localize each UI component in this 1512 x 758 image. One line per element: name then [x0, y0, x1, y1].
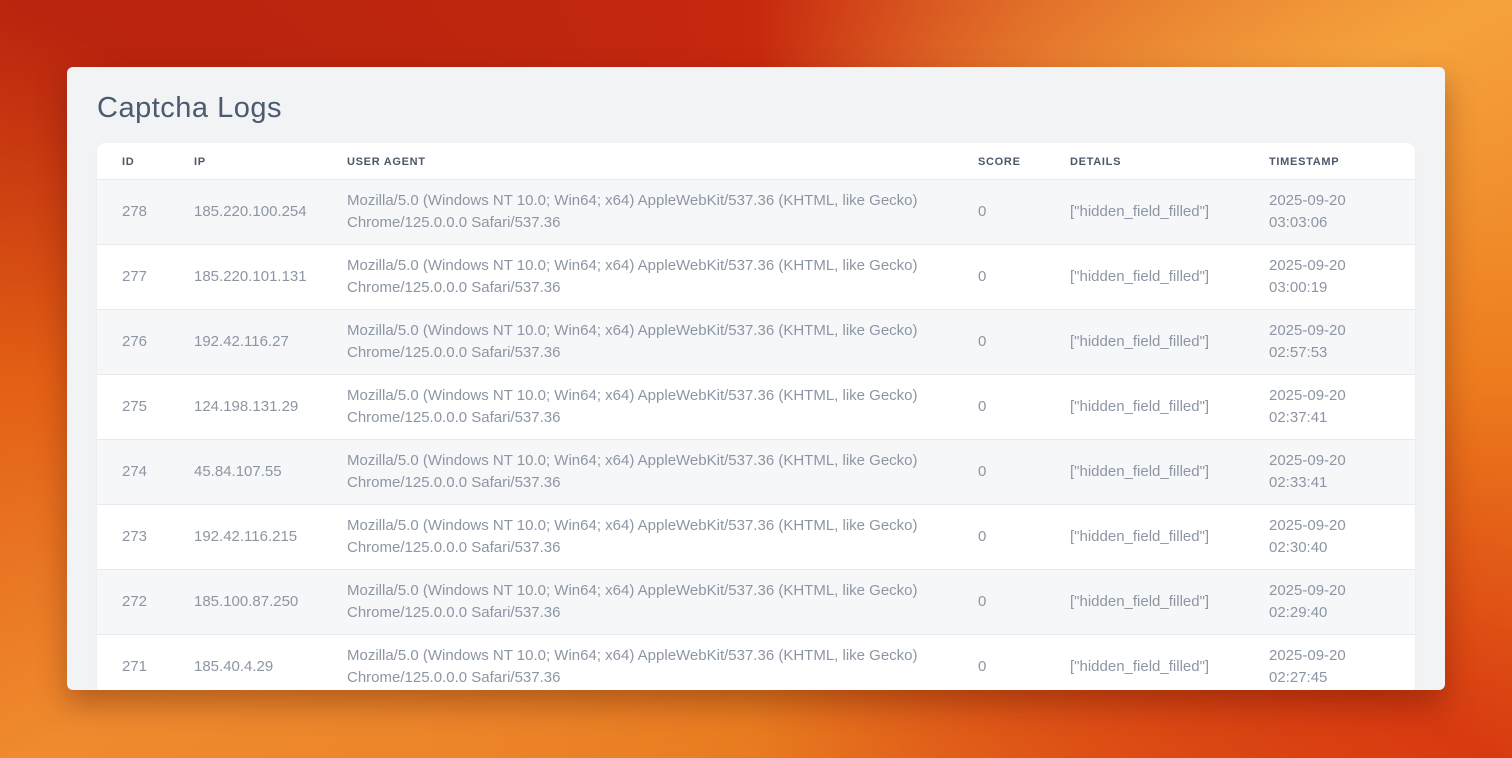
logs-table-body: 278 185.220.100.254 Mozilla/5.0 (Windows…: [97, 180, 1415, 691]
cell-id: 271: [97, 635, 182, 691]
cell-timestamp: 2025-09-20 02:30:40: [1257, 505, 1415, 570]
cell-id: 275: [97, 375, 182, 440]
cell-id: 278: [97, 180, 182, 245]
cell-id: 277: [97, 245, 182, 310]
cell-ip: 185.220.100.254: [182, 180, 335, 245]
table-row: 276 192.42.116.27 Mozilla/5.0 (Windows N…: [97, 310, 1415, 375]
cell-ip: 192.42.116.27: [182, 310, 335, 375]
cell-score: 0: [966, 570, 1058, 635]
cell-id: 276: [97, 310, 182, 375]
page-title: Captcha Logs: [97, 92, 1415, 125]
cell-details: ["hidden_field_filled"]: [1058, 505, 1257, 570]
cell-timestamp: 2025-09-20 03:00:19: [1257, 245, 1415, 310]
column-header-details: DETAILS: [1058, 143, 1257, 180]
cell-ip: 185.220.101.131: [182, 245, 335, 310]
column-header-timestamp: TIMESTAMP: [1257, 143, 1415, 180]
cell-user-agent: Mozilla/5.0 (Windows NT 10.0; Win64; x64…: [335, 570, 966, 635]
cell-id: 274: [97, 440, 182, 505]
cell-score: 0: [966, 635, 1058, 691]
cell-ip: 124.198.131.29: [182, 375, 335, 440]
cell-details: ["hidden_field_filled"]: [1058, 635, 1257, 691]
cell-ip: 192.42.116.215: [182, 505, 335, 570]
cell-timestamp: 2025-09-20 03:03:06: [1257, 180, 1415, 245]
captcha-logs-card: Captcha Logs ID IP USER AGENT SCORE DETA…: [67, 67, 1445, 690]
table-row: 273 192.42.116.215 Mozilla/5.0 (Windows …: [97, 505, 1415, 570]
cell-score: 0: [966, 245, 1058, 310]
cell-ip: 185.100.87.250: [182, 570, 335, 635]
cell-ip: 185.40.4.29: [182, 635, 335, 691]
cell-details: ["hidden_field_filled"]: [1058, 570, 1257, 635]
cell-user-agent: Mozilla/5.0 (Windows NT 10.0; Win64; x64…: [335, 180, 966, 245]
cell-id: 272: [97, 570, 182, 635]
cell-timestamp: 2025-09-20 02:33:41: [1257, 440, 1415, 505]
table-row: 274 45.84.107.55 Mozilla/5.0 (Windows NT…: [97, 440, 1415, 505]
cell-user-agent: Mozilla/5.0 (Windows NT 10.0; Win64; x64…: [335, 505, 966, 570]
column-header-ip: IP: [182, 143, 335, 180]
cell-timestamp: 2025-09-20 02:27:45: [1257, 635, 1415, 691]
cell-user-agent: Mozilla/5.0 (Windows NT 10.0; Win64; x64…: [335, 635, 966, 691]
cell-score: 0: [966, 375, 1058, 440]
desktop-background: { "page": { "title": "Captcha Logs" }, "…: [0, 0, 1512, 758]
cell-score: 0: [966, 505, 1058, 570]
header-row: ID IP USER AGENT SCORE DETAILS TIMESTAMP: [97, 143, 1415, 180]
cell-score: 0: [966, 180, 1058, 245]
cell-timestamp: 2025-09-20 02:29:40: [1257, 570, 1415, 635]
table-row: 272 185.100.87.250 Mozilla/5.0 (Windows …: [97, 570, 1415, 635]
column-header-id: ID: [97, 143, 182, 180]
table-row: 275 124.198.131.29 Mozilla/5.0 (Windows …: [97, 375, 1415, 440]
cell-score: 0: [966, 440, 1058, 505]
logs-table: ID IP USER AGENT SCORE DETAILS TIMESTAMP…: [97, 143, 1415, 690]
table-row: 271 185.40.4.29 Mozilla/5.0 (Windows NT …: [97, 635, 1415, 691]
logs-table-container: ID IP USER AGENT SCORE DETAILS TIMESTAMP…: [97, 143, 1415, 690]
table-row: 277 185.220.101.131 Mozilla/5.0 (Windows…: [97, 245, 1415, 310]
cell-timestamp: 2025-09-20 02:37:41: [1257, 375, 1415, 440]
cell-user-agent: Mozilla/5.0 (Windows NT 10.0; Win64; x64…: [335, 310, 966, 375]
cell-id: 273: [97, 505, 182, 570]
cell-user-agent: Mozilla/5.0 (Windows NT 10.0; Win64; x64…: [335, 245, 966, 310]
column-header-user-agent: USER AGENT: [335, 143, 966, 180]
cell-details: ["hidden_field_filled"]: [1058, 180, 1257, 245]
cell-details: ["hidden_field_filled"]: [1058, 440, 1257, 505]
cell-details: ["hidden_field_filled"]: [1058, 310, 1257, 375]
cell-score: 0: [966, 310, 1058, 375]
cell-user-agent: Mozilla/5.0 (Windows NT 10.0; Win64; x64…: [335, 375, 966, 440]
cell-timestamp: 2025-09-20 02:57:53: [1257, 310, 1415, 375]
cell-ip: 45.84.107.55: [182, 440, 335, 505]
cell-user-agent: Mozilla/5.0 (Windows NT 10.0; Win64; x64…: [335, 440, 966, 505]
column-header-score: SCORE: [966, 143, 1058, 180]
cell-details: ["hidden_field_filled"]: [1058, 245, 1257, 310]
logs-table-header: ID IP USER AGENT SCORE DETAILS TIMESTAMP: [97, 143, 1415, 180]
cell-details: ["hidden_field_filled"]: [1058, 375, 1257, 440]
table-row: 278 185.220.100.254 Mozilla/5.0 (Windows…: [97, 180, 1415, 245]
